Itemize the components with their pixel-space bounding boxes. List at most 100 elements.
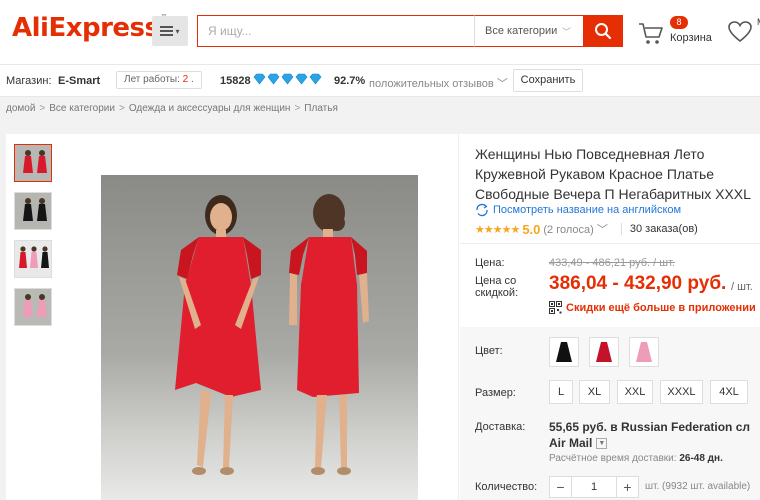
product-title: Женщины Нью Повседневная Лето Кружевной … [475,146,751,202]
chevron-down-icon: ﹀ [593,224,608,236]
caret-down-icon: ▾ [175,26,180,36]
hamburger-icon [160,26,174,36]
positive-feedback-dropdown[interactable]: положительных отзывов ﹀ [369,75,508,91]
breadcrumb-separator: > [39,103,46,114]
breadcrumb-separator: > [294,103,301,114]
cart-icon [639,23,663,44]
dress-figure-image [15,241,51,277]
wishlist-button[interactable]: М ж [727,17,760,47]
color-swatch-red[interactable] [589,337,619,367]
discount-price-label: Цена со скидкой: [475,275,519,299]
years-value: 2 [182,74,189,85]
shipping-price: 55,65 руб. в Russian Federation сл [549,420,750,434]
category-select[interactable]: Все категории ﹀ [474,15,583,47]
qr-code-icon [549,301,562,314]
diamond-icon [281,73,294,85]
color-label: Цвет: [475,345,503,357]
save-store-button[interactable]: Сохранить [513,69,583,92]
size-option-xl[interactable]: XL [579,380,610,404]
breadcrumb-home[interactable]: домой [6,103,35,114]
store-label: Магазин: [6,75,52,87]
size-option-xxxl[interactable]: XXXL [660,380,703,404]
positive-feedback-label: положительных отзывов [369,78,494,90]
shipping-method-dropdown[interactable]: Air Mail ▼ [549,436,608,450]
main-product-image[interactable] [101,175,418,500]
chevron-down-icon: ﹀ [561,27,571,37]
quantity-stepper: − + [549,476,639,498]
rating-value: 5.0 [522,221,541,237]
price-discounted: 386,04 - 432,90 руб. [549,273,727,294]
orders-count: 30 заказа(ов) [620,223,698,235]
store-info-bar: Магазин: E-Smart Лет работы: 2 . 15828 9… [0,64,760,97]
red-dress-models-image [175,194,369,475]
eta-label: Расчётное время доставки: [549,453,677,464]
votes-count: (2 голоса) [543,224,594,236]
positive-percent: 92.7% [334,75,366,87]
translate-title-link[interactable]: Посмотреть название на английском [475,203,681,217]
years-badge: Лет работы: 2 . [116,71,202,89]
price-original: 433,49 - 486,21 руб. / шт. [549,257,675,269]
logo-text: AliExpress [12,13,160,43]
diamond-icon [309,73,322,85]
categories-menu-button[interactable]: ▾ [152,16,188,46]
search-icon [595,23,612,40]
quantity-label: Количество: [475,481,538,493]
translate-icon [476,203,488,217]
app-discount-link[interactable]: Скидки ещё больше в приложении [549,301,756,314]
shipping-label: Доставка: [475,421,526,433]
dress-icon [596,342,612,362]
thumbnail-list [14,144,52,326]
breadcrumb-all-categories[interactable]: Все категории [49,103,115,114]
store-name-link[interactable]: E-Smart [58,75,100,87]
thumbnail-black-dress[interactable] [14,192,52,230]
eta-value: 26-48 дн. [679,453,723,464]
dress-icon [556,342,572,362]
feedback-score: 15828 [220,75,251,87]
cart-label: Корзина [670,32,712,44]
thumbnail-three-dresses[interactable] [14,240,52,278]
translate-title-label: Посмотреть название на английском [493,204,682,216]
price-label: Цена: [475,257,505,269]
dress-icon [636,342,652,362]
rating-row: ★★★★★ 5.0 (2 голоса) ﹀ 30 заказа(ов) [475,221,698,237]
chevron-down-icon: ﹀ [496,78,508,90]
breadcrumb: домой > Все категории > Одежда и аксессу… [6,103,338,114]
search-button[interactable] [583,15,623,47]
diamond-icon [295,73,308,85]
quantity-input[interactable] [571,477,617,497]
cart-button[interactable]: 8 Корзина [638,16,718,50]
color-swatch-pink[interactable] [629,337,659,367]
size-option-xxl[interactable]: XXL [617,380,653,404]
available-stock: шт. (9932 шт. available) [645,481,751,492]
size-option-l[interactable]: L [549,380,573,404]
votes-dropdown[interactable]: (2 голоса) ﹀ [543,221,608,237]
heart-icon [728,21,752,43]
breadcrumb-dresses[interactable]: Платья [304,103,338,114]
diamond-icon [253,73,266,85]
thumbnail-red-dress[interactable] [14,144,52,182]
size-option-4xl[interactable]: 4XL [710,380,748,404]
years-label: Лет работы: [124,74,180,85]
chevron-down-icon: ▼ [596,437,608,449]
quantity-increase-button[interactable]: + [617,477,638,497]
color-swatch-black[interactable] [549,337,579,367]
column-divider [458,134,459,500]
size-label: Размер: [475,387,516,399]
star-rating-icon: ★★★★★ [475,223,520,236]
seller-rank-diamonds [253,73,322,85]
divider-line [460,243,760,244]
quantity-decrease-button[interactable]: − [550,477,571,497]
dress-figure-image [15,289,51,325]
app-discount-text: Скидки ещё больше в приложении [566,301,756,314]
breadcrumb-women-clothing[interactable]: Одежда и аксессуары для женщин [129,103,291,114]
shipping-method-value: Air Mail [549,436,593,450]
breadcrumb-separator: > [118,103,125,114]
diamond-icon [267,73,280,85]
dress-figure-image [15,193,51,229]
cart-count-badge: 8 [670,16,688,29]
aliexpress-logo[interactable]: AliExpress™ [12,13,167,43]
per-unit-label: / шт. [731,281,753,293]
dress-figure-image [15,145,51,181]
search-input[interactable] [197,15,474,47]
thumbnail-pink-dress[interactable] [14,288,52,326]
